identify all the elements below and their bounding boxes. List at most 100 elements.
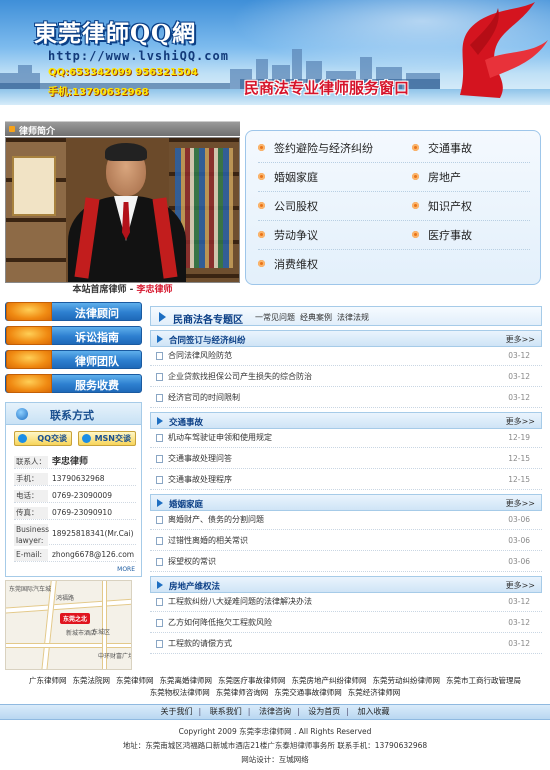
area-item[interactable]: 婚姻家庭: [258, 168, 318, 188]
document-icon: [156, 558, 163, 566]
location-map[interactable]: 东莞国际汽车城 东城区 新城市酒店 中环财富广场 鸿福路 东莞之北: [5, 580, 132, 670]
bullet-icon: [412, 173, 419, 180]
separator: |: [297, 707, 300, 716]
lawyer-intro-header: 律师简介: [5, 121, 240, 137]
bullet-icon: [412, 231, 419, 238]
footer-about-link[interactable]: 关于我们: [161, 707, 193, 716]
article-title[interactable]: 交通事故处理问答: [168, 453, 232, 464]
map-label: 新城市酒店: [66, 630, 97, 637]
qq-chat-button[interactable]: QQ交谈: [14, 431, 72, 446]
area-item[interactable]: 签约避险与经济纠纷: [258, 139, 373, 159]
footer-bookmark-link[interactable]: 加入收藏: [358, 707, 390, 716]
article-item[interactable]: 探望权的常识 03-06: [150, 552, 542, 572]
article-item[interactable]: 过错性离婚的相关常识 03-06: [150, 531, 542, 551]
friend-link[interactable]: 东莞律师咨询网: [216, 688, 269, 697]
footer-homepage-link[interactable]: 设为首页: [308, 707, 340, 716]
article-item[interactable]: 经济官司的时间限制 03-12: [150, 388, 542, 408]
contact-email[interactable]: zhong6678@126.com: [52, 549, 134, 561]
document-icon: [156, 394, 163, 402]
article-date: 03-12: [508, 639, 530, 648]
nav-legal-advisor[interactable]: 法律顾问: [5, 302, 142, 321]
article-item[interactable]: 乙方如何降低拖欠工程款风险 03-12: [150, 613, 542, 633]
article-title[interactable]: 经济官司的时间限制: [168, 392, 240, 403]
article-item[interactable]: 离婚财产、债务的分割问题 03-06: [150, 510, 542, 530]
area-item[interactable]: 劳动争议: [258, 226, 318, 246]
caption-lawyer-name[interactable]: 李忠律师: [137, 285, 173, 295]
more-link[interactable]: 更多>>: [506, 334, 535, 345]
nav-lawyer-team[interactable]: 律师团队: [5, 350, 142, 369]
practice-areas-box: 签约避险与经济纠纷 婚姻家庭 公司股权 劳动争议 消费维权 交通事故 房地产 知…: [245, 130, 541, 285]
article-item[interactable]: 工程款的请偿方式 03-12: [150, 634, 542, 654]
document-icon: [156, 537, 163, 545]
friend-link[interactable]: 东莞物权法律师网: [150, 688, 210, 697]
arrow-icon: [157, 335, 163, 343]
nav-litigation-guide[interactable]: 诉讼指南: [5, 326, 142, 345]
area-label: 知识产权: [428, 200, 472, 213]
bullet-icon: [258, 173, 265, 180]
article-date: 12-15: [508, 475, 530, 484]
article-title[interactable]: 离婚财产、债务的分割问题: [168, 514, 264, 525]
section-title[interactable]: 婚姻家庭: [169, 498, 203, 510]
friend-link[interactable]: 东莞房地产纠纷律师网: [292, 676, 367, 685]
lawyer-intro-label: 律师简介: [19, 127, 56, 137]
area-item[interactable]: 交通事故: [412, 139, 472, 159]
article-title[interactable]: 探望权的常识: [168, 556, 216, 567]
article-title[interactable]: 合同法律风险防范: [168, 350, 232, 361]
article-date: 03-06: [508, 536, 530, 545]
article-item[interactable]: 交通事故处理程序 12-15: [150, 470, 542, 490]
nav-label: 服务收费: [75, 379, 119, 392]
more-link[interactable]: 更多>>: [506, 498, 535, 509]
article-item[interactable]: 合同法律风险防范 03-12: [150, 346, 542, 366]
article-item[interactable]: 机动车驾驶证申领和使用规定 12-19: [150, 428, 542, 448]
article-title[interactable]: 工程款的请偿方式: [168, 638, 232, 649]
article-item[interactable]: 交通事故处理问答 12-15: [150, 449, 542, 469]
friend-links: 广东律师网 东莞法院网 东莞律师网 东莞离婚律师网 东莞医疗事故律师网 东莞房地产纠纷律师…: [5, 675, 545, 699]
article-date: 03-12: [508, 393, 530, 402]
section-title[interactable]: 交通事故: [169, 416, 203, 428]
article-title[interactable]: 过错性离婚的相关常识: [168, 535, 248, 546]
contact-more-link[interactable]: MORE: [117, 566, 135, 573]
friend-link[interactable]: 东莞经济律师网: [348, 688, 401, 697]
friend-link[interactable]: 东莞医疗事故律师网: [218, 676, 286, 685]
lawyer-photo: [5, 137, 240, 283]
friend-link[interactable]: 东莞法院网: [73, 676, 111, 685]
topic-link-laws[interactable]: 法律法规: [337, 313, 369, 322]
more-link[interactable]: 更多>>: [506, 580, 535, 591]
msn-icon: [82, 434, 91, 443]
friend-link[interactable]: 东莞交通事故律师网: [274, 688, 342, 697]
area-item[interactable]: 房地产: [412, 168, 461, 188]
footer-consult-link[interactable]: 法律咨询: [259, 707, 291, 716]
section-title[interactable]: 房地产维权法: [169, 580, 220, 592]
article-item[interactable]: 工程款纠纷八大疑难问题的法律解决办法 03-12: [150, 592, 542, 612]
friend-link[interactable]: 东莞离婚律师网: [160, 676, 213, 685]
topic-link-faq[interactable]: 一常见问题: [255, 313, 295, 322]
friend-link[interactable]: 东莞劳动纠纷律师网: [373, 676, 441, 685]
friend-link[interactable]: 东莞律师网: [116, 676, 154, 685]
map-label: 东莞国际汽车城: [9, 586, 52, 593]
article-title[interactable]: 机动车驾驶证申领和使用规定: [168, 432, 272, 443]
area-item[interactable]: 医疗事故: [412, 226, 472, 246]
site-url[interactable]: http://www.lvshiQQ.com: [48, 49, 229, 63]
article-title[interactable]: 工程款纠纷八大疑难问题的法律解决办法: [168, 596, 312, 607]
section-header: 房地产维权法 更多>>: [150, 576, 542, 593]
friend-link[interactable]: 广东律师网: [29, 676, 67, 685]
nav-service-fees[interactable]: 服务收费: [5, 374, 142, 393]
article-item[interactable]: 企业贷款找担保公司产生损失的综合防治 03-12: [150, 367, 542, 387]
article-title[interactable]: 乙方如何降低拖欠工程款风险: [168, 617, 272, 628]
article-title[interactable]: 交通事故处理程序: [168, 474, 232, 485]
msn-chat-button[interactable]: MSN交谈: [78, 431, 136, 446]
bullet-icon: [412, 202, 419, 209]
footer-contact-link[interactable]: 联系我们: [210, 707, 242, 716]
topic-link-cases[interactable]: 经典案例: [300, 313, 332, 322]
section-title[interactable]: 合同签订与经济纠纷: [169, 334, 246, 346]
contact-value: 18925818341(Mr.Cai): [52, 529, 134, 538]
friend-link[interactable]: 东莞市工商行政管理局: [446, 676, 521, 685]
article-date: 03-12: [508, 618, 530, 627]
area-item[interactable]: 公司股权: [258, 197, 318, 217]
article-title[interactable]: 企业贷款找担保公司产生损失的综合防治: [168, 371, 312, 382]
area-item[interactable]: 知识产权: [412, 197, 472, 217]
more-link[interactable]: 更多>>: [506, 416, 535, 427]
contact-header: 联系方式: [6, 403, 141, 425]
area-item[interactable]: 消费维权: [258, 255, 318, 275]
contact-value: 0769-23090910: [52, 508, 112, 517]
